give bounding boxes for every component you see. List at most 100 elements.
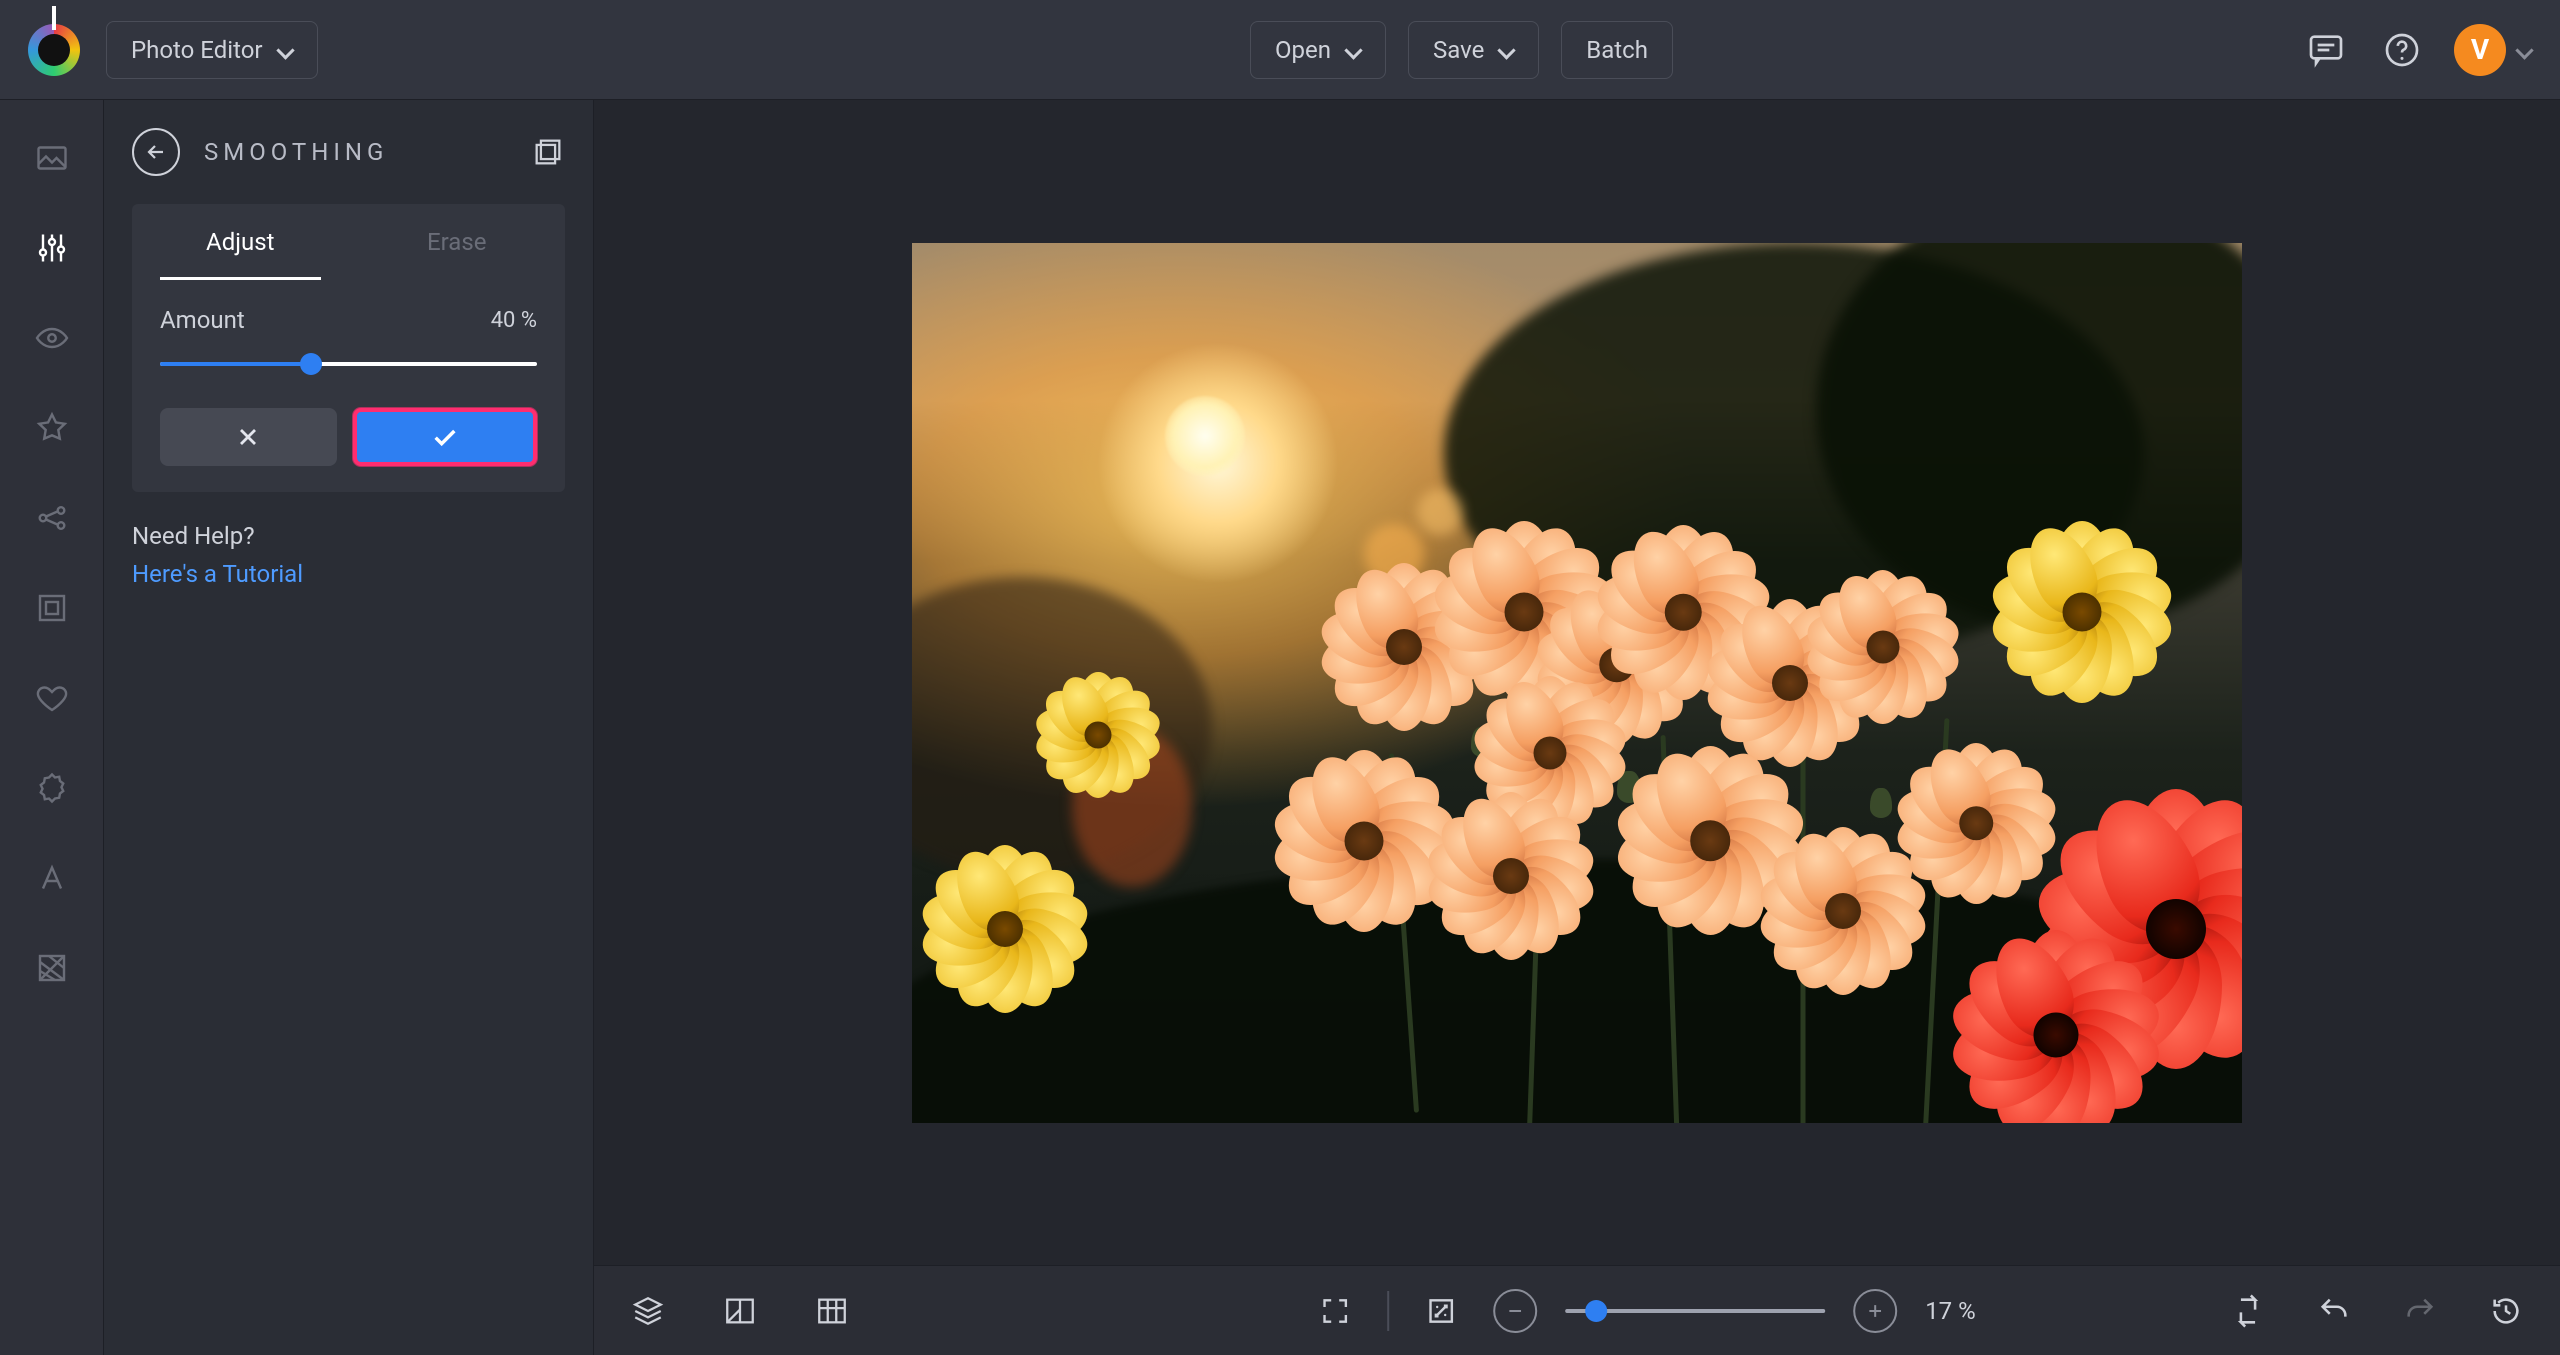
bokeh	[1417, 489, 1463, 535]
help-block: Need Help? Here's a Tutorial	[104, 492, 593, 588]
flower	[1451, 816, 1571, 936]
canvas-stage[interactable]	[594, 100, 2560, 1265]
flower	[945, 869, 1065, 989]
layers-toggle-button[interactable]	[624, 1287, 672, 1335]
batch-button[interactable]: Batch	[1561, 21, 1673, 79]
layers-button[interactable]	[531, 135, 565, 169]
confirm-row	[132, 374, 565, 466]
question-circle-icon	[2382, 30, 2422, 70]
bottom-right-tools	[2224, 1287, 2530, 1335]
frame-icon	[34, 590, 70, 626]
actual-size-button[interactable]	[1417, 1287, 1465, 1335]
bud	[1870, 788, 1892, 818]
panel-header: SMOOTHING	[104, 128, 593, 176]
app-logo	[28, 24, 80, 76]
chevron-down-icon	[1345, 42, 1361, 58]
badge-icon	[34, 770, 70, 806]
help-question: Need Help?	[132, 522, 565, 550]
zoom-knob[interactable]	[1585, 1300, 1607, 1322]
texture-icon	[34, 950, 70, 986]
rail-heart-tool[interactable]	[28, 674, 76, 722]
compare-split-button[interactable]	[2224, 1287, 2272, 1335]
tab-adjust[interactable]: Adjust	[132, 204, 349, 280]
flower	[1643, 773, 1778, 908]
open-label: Open	[1275, 36, 1331, 64]
tab-adjust-label: Adjust	[206, 228, 274, 256]
account-menu[interactable]: V	[2454, 24, 2532, 76]
nodes-icon	[34, 500, 70, 536]
amount-slider[interactable]	[160, 354, 537, 374]
history-icon	[2489, 1294, 2523, 1328]
zoom-value: 17 %	[1925, 1297, 1976, 1325]
undo-button[interactable]	[2310, 1287, 2358, 1335]
stack-icon	[631, 1294, 665, 1328]
text-icon	[34, 860, 70, 896]
before-after-button[interactable]	[716, 1287, 764, 1335]
plus-icon	[1865, 1301, 1885, 1321]
slider-knob[interactable]	[300, 353, 322, 375]
amount-row: Amount 40 %	[132, 280, 565, 344]
cancel-button[interactable]	[160, 408, 337, 466]
flower	[1053, 690, 1143, 780]
batch-label: Batch	[1586, 36, 1648, 64]
adjust-card: Adjust Erase Amount 40 %	[132, 204, 565, 492]
chevron-down-icon	[2516, 42, 2532, 58]
tab-erase[interactable]: Erase	[349, 204, 566, 280]
amount-label: Amount	[160, 306, 245, 334]
arrow-left-icon	[144, 140, 168, 164]
rail-image-tool[interactable]	[28, 134, 76, 182]
save-dropdown[interactable]: Save	[1408, 21, 1539, 79]
grid-button[interactable]	[808, 1287, 856, 1335]
fit-button[interactable]	[1311, 1287, 1359, 1335]
app-switcher-label: Photo Editor	[131, 36, 263, 64]
slider-fill	[160, 362, 311, 366]
avatar-initial: V	[2471, 33, 2489, 66]
grid-icon	[815, 1294, 849, 1328]
help-button[interactable]	[2378, 26, 2426, 74]
check-icon	[429, 421, 461, 453]
tool-rail	[0, 100, 104, 1355]
apply-button[interactable]	[353, 408, 538, 466]
flower	[1783, 851, 1903, 971]
side-panel: SMOOTHING Adjust Erase Amount 40 %	[104, 100, 594, 1355]
swap-icon	[2231, 1294, 2265, 1328]
tutorial-link[interactable]: Here's a Tutorial	[132, 560, 303, 588]
flower	[1299, 776, 1429, 906]
top-bar: Photo Editor Open Save Batch V	[0, 0, 2560, 100]
sliders-icon	[34, 230, 70, 266]
eye-icon	[34, 320, 70, 356]
rail-nodes-tool[interactable]	[28, 494, 76, 542]
redo-button[interactable]	[2396, 1287, 2444, 1335]
rail-star-tool[interactable]	[28, 404, 76, 452]
zoom-slider[interactable]	[1565, 1301, 1825, 1321]
zoom-in-button[interactable]	[1853, 1289, 1897, 1333]
history-button[interactable]	[2482, 1287, 2530, 1335]
panel-title: SMOOTHING	[204, 138, 388, 166]
rail-badge-tool[interactable]	[28, 764, 76, 812]
feedback-button[interactable]	[2302, 26, 2350, 74]
avatar: V	[2454, 24, 2506, 76]
app-switcher-dropdown[interactable]: Photo Editor	[106, 21, 318, 79]
rail-texture-tool[interactable]	[28, 944, 76, 992]
rail-frame-tool[interactable]	[28, 584, 76, 632]
flower	[1981, 960, 2131, 1110]
expand-icon	[1425, 1295, 1457, 1327]
rail-eye-tool[interactable]	[28, 314, 76, 362]
flower	[1919, 766, 2034, 881]
flower	[2017, 547, 2147, 677]
photo-canvas	[912, 243, 2242, 1123]
minus-icon	[1505, 1301, 1525, 1321]
undo-icon	[2317, 1294, 2351, 1328]
back-button[interactable]	[132, 128, 180, 176]
tabs: Adjust Erase	[132, 204, 565, 280]
zoom-out-button[interactable]	[1493, 1289, 1537, 1333]
open-dropdown[interactable]: Open	[1250, 21, 1386, 79]
rail-adjust-tool[interactable]	[28, 224, 76, 272]
fit-icon	[1319, 1295, 1351, 1327]
speech-bubble-icon	[2306, 30, 2346, 70]
separator	[1387, 1291, 1389, 1331]
rail-text-tool[interactable]	[28, 854, 76, 902]
sun	[1165, 396, 1245, 476]
chevron-down-icon	[277, 42, 293, 58]
tab-erase-label: Erase	[427, 228, 486, 256]
